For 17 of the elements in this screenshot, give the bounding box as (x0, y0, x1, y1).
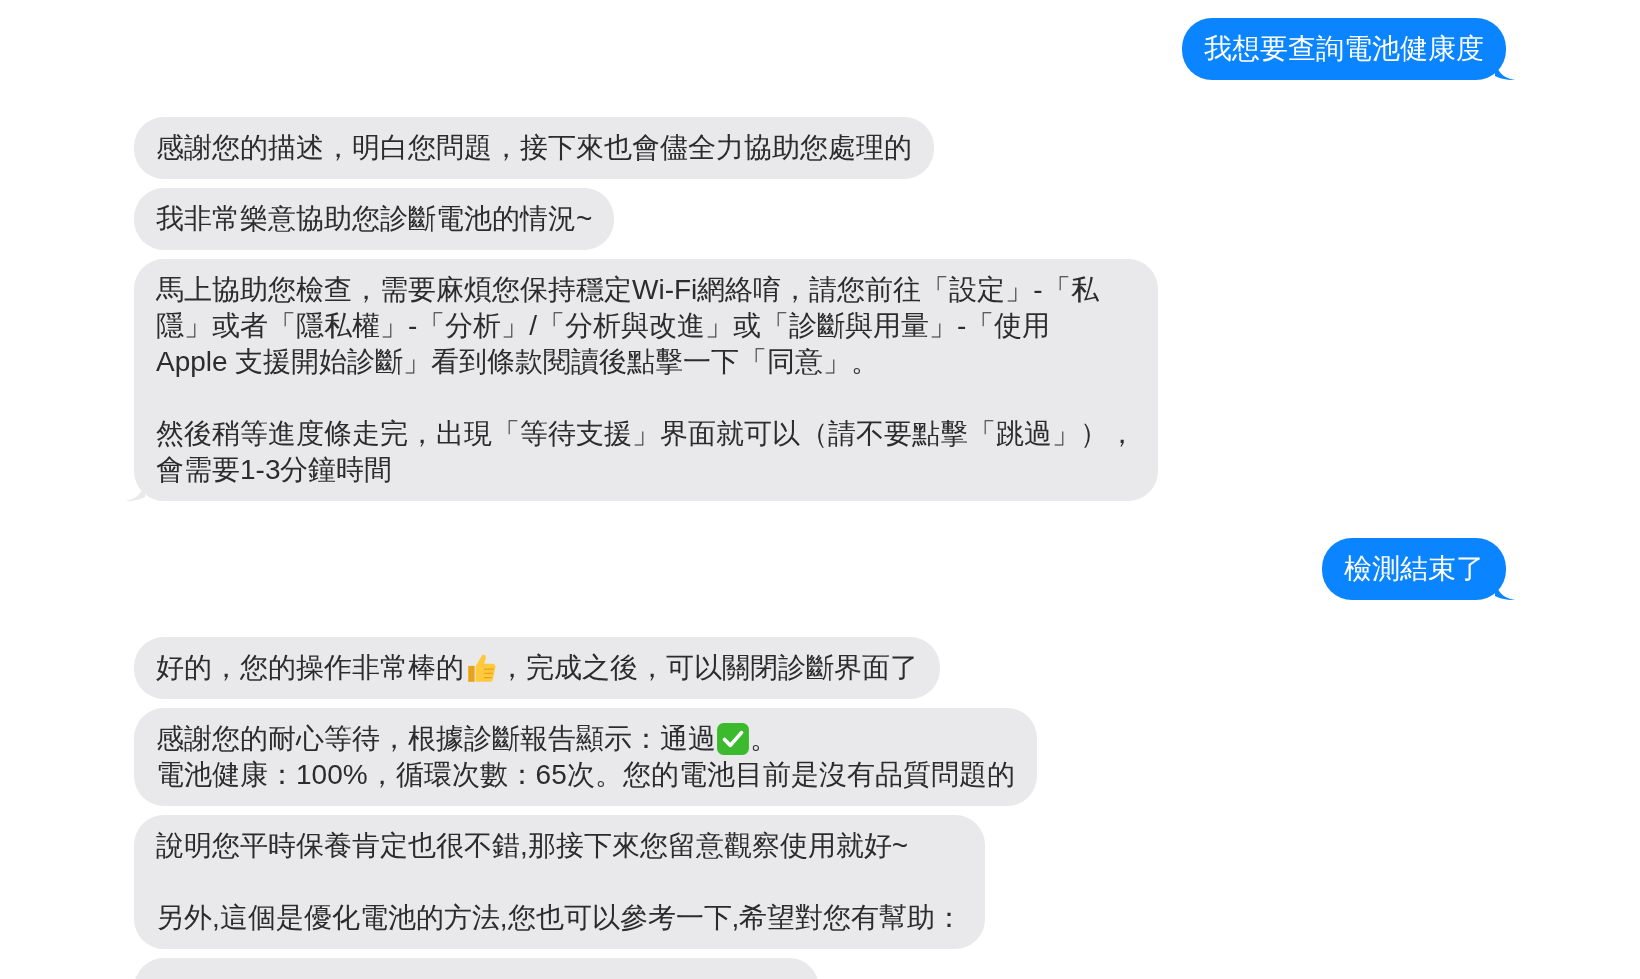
message-text: 我想要查詢電池健康度 (1204, 32, 1484, 66)
message-text: 說明您平時保養肯定也很不錯,那接下來您留意觀察使用就好~ (156, 829, 909, 863)
message-text: 另外,這個是優化電池的方法,您也可以參考一下,希望對您有幫助： (156, 901, 964, 935)
message-text: 電池健康：100%，循環次數：65次。您的電池目前是沒有品質問題的 (156, 758, 1015, 792)
message-text: 感謝您的描述，明白您問題，接下來也會儘全力協助您處理的 (156, 131, 912, 165)
message-text: 我非常樂意協助您診斷電池的情況~ (156, 202, 593, 236)
message-text: 檢測結束了 (1344, 552, 1484, 586)
message-text: 隱」或者「隱私權」-「分析」/「分析與改進」或「診斷與用量」-「使用 (156, 309, 1051, 343)
message-text: 好的，您的操作非常棒的 (156, 651, 464, 685)
message-text: 感謝您的耐心等待，根據診斷報告顯示：通過 (156, 722, 716, 756)
message-text: 。 (750, 722, 778, 756)
message-text: Apple 支援開始診斷」看到條款閱讀後點擊一下「同意」。 (156, 345, 880, 379)
message-text: ，完成之後，可以關閉診斷界面了 (498, 651, 918, 685)
message-text: 會需要1-3分鐘時間 (156, 453, 393, 487)
check-mark-icon (716, 722, 750, 756)
message-text: 然後稍等進度條走完，出現「等待支援」界面就可以（請不要點擊「跳過」）， (156, 417, 1136, 451)
message-text: 馬上協助您檢查，需要麻煩您保持穩定Wi-Fi網絡唷，請您前往「設定」-「私 (156, 273, 1099, 307)
